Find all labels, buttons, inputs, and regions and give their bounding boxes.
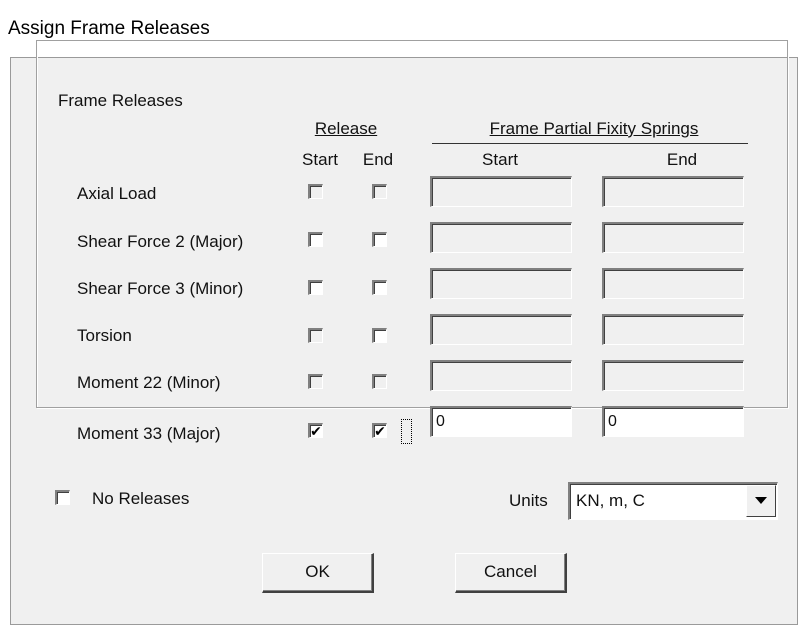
spring-start-field[interactable]: 0 (430, 406, 572, 437)
units-label: Units (509, 491, 548, 510)
spring-start-field[interactable] (430, 222, 572, 253)
units-value: KN, m, C (576, 491, 645, 510)
release-end-checkbox[interactable] (372, 280, 387, 295)
row-label-shear-force-3: Shear Force 3 (Minor) (77, 279, 244, 298)
release-end-checkbox[interactable] (372, 184, 387, 199)
release-end-checkbox[interactable] (372, 374, 387, 389)
checkmark-icon: ✔ (374, 423, 386, 439)
group-title: Frame Releases (54, 91, 187, 111)
chevron-down-icon (755, 497, 767, 504)
row-label-moment-33: Moment 33 (Major) (77, 424, 221, 443)
springs-start-header: Start (482, 150, 518, 169)
release-header: Release (314, 119, 378, 138)
spring-end-field[interactable] (602, 176, 744, 207)
spring-start-field[interactable] (430, 314, 572, 345)
spring-end-field[interactable] (602, 314, 744, 345)
row-label-shear-force-2: Shear Force 2 (Major) (77, 232, 244, 251)
spring-start-field[interactable] (430, 176, 572, 207)
spring-start-field[interactable] (430, 268, 572, 299)
no-releases-checkbox[interactable] (55, 490, 70, 505)
release-start-checkbox[interactable] (308, 374, 323, 389)
units-dropdown[interactable]: KN, m, C (568, 482, 778, 520)
focus-indicator (401, 419, 412, 444)
release-start-header: Start (302, 150, 338, 169)
units-dropdown-button[interactable] (746, 485, 776, 517)
row-label-moment-22: Moment 22 (Minor) (77, 373, 221, 392)
springs-header-rule (432, 143, 748, 144)
window-title: Assign Frame Releases (8, 18, 210, 39)
ok-button[interactable]: OK (262, 553, 374, 593)
release-end-checkbox[interactable]: ✔ (372, 423, 387, 438)
row-label-axial-load: Axial Load (77, 184, 157, 203)
cancel-button[interactable]: Cancel (455, 553, 567, 593)
release-start-checkbox[interactable]: ✔ (308, 423, 323, 438)
release-end-checkbox[interactable] (372, 232, 387, 247)
release-end-header: End (362, 150, 394, 169)
no-releases-label: No Releases (92, 489, 190, 508)
spring-end-field[interactable]: 0 (602, 406, 744, 437)
release-start-checkbox[interactable] (308, 280, 323, 295)
spring-end-field[interactable] (602, 360, 744, 391)
springs-header: Frame Partial Fixity Springs (489, 119, 699, 138)
springs-end-header: End (666, 150, 698, 169)
spring-end-field[interactable] (602, 222, 744, 253)
release-start-checkbox[interactable] (308, 328, 323, 343)
spring-start-field[interactable] (430, 360, 572, 391)
row-label-torsion: Torsion (77, 326, 132, 345)
release-end-checkbox[interactable] (372, 328, 387, 343)
release-start-checkbox[interactable] (308, 232, 323, 247)
checkmark-icon: ✔ (310, 423, 322, 439)
release-start-checkbox[interactable] (308, 184, 323, 199)
spring-end-field[interactable] (602, 268, 744, 299)
